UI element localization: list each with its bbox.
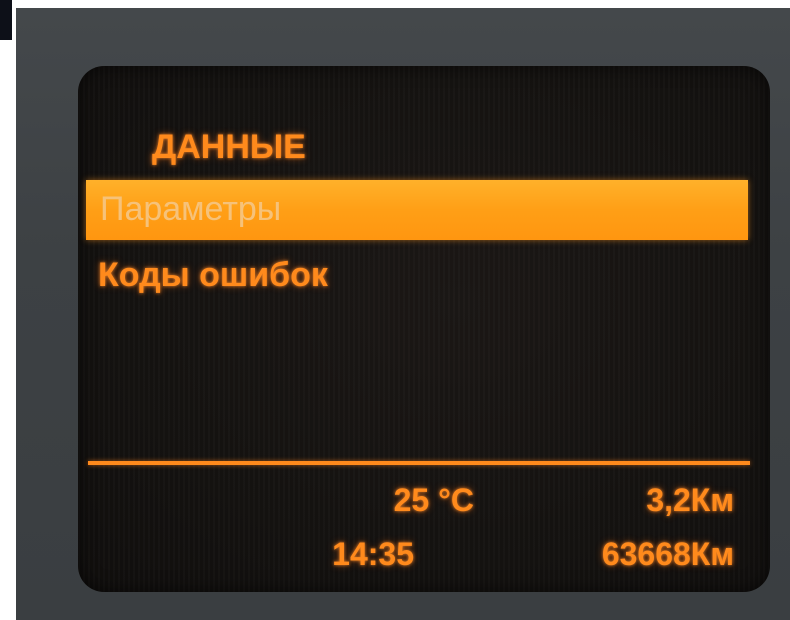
corner-mark	[0, 0, 12, 40]
display-screen: ДАННЫЕ Параметры Коды ошибок 25 °C 3,2Км…	[78, 66, 770, 592]
outside-temperature: 25 °C	[393, 482, 474, 518]
dashboard-photo: ДАННЫЕ Параметры Коды ошибок 25 °C 3,2Км…	[0, 0, 790, 620]
menu-item-parameters[interactable]: Параметры	[86, 180, 748, 240]
clock-time: 14:35	[332, 536, 414, 572]
display-bezel: ДАННЫЕ Параметры Коды ошибок 25 °C 3,2Км…	[16, 8, 790, 620]
status-divider	[88, 461, 750, 465]
trip-distance: 3,2Км	[646, 482, 734, 518]
odometer: 63668Км	[601, 536, 734, 572]
menu-item-parameters-label: Параметры	[100, 190, 282, 228]
menu-title: ДАННЫЕ	[152, 128, 306, 166]
menu-item-error-codes[interactable]: Коды ошибок	[98, 256, 328, 295]
